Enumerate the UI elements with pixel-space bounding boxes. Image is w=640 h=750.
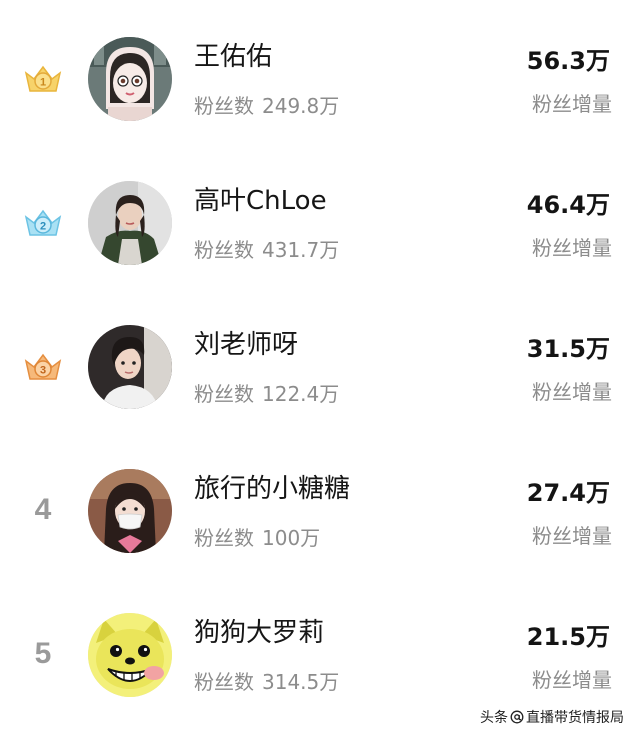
fans-gain-value: 21.5万 <box>526 623 610 651</box>
fans-label: 粉丝数 <box>194 670 254 694</box>
fans-value: 100万 <box>262 526 321 550</box>
fans-count: 粉丝数 122.4万 <box>194 380 339 408</box>
fans-gain-value: 31.5万 <box>526 335 610 363</box>
cartoon-girl-avatar-icon <box>88 37 172 121</box>
fans-count: 粉丝数 249.8万 <box>194 92 339 120</box>
rank-number: 5 <box>18 629 68 679</box>
list-item[interactable]: 2 高叶ChLoe 粉丝数 431.7万 46.4万 粉丝增量 <box>0 174 640 318</box>
rank-number-text: 4 <box>34 493 52 526</box>
streamer-name[interactable]: 旅行的小糖糖 <box>194 472 350 506</box>
woman-green-coat-avatar-icon <box>88 181 172 265</box>
rank-medal-gold: 1 <box>18 53 68 103</box>
fans-value: 431.7万 <box>262 238 340 262</box>
fans-value: 314.5万 <box>262 670 340 694</box>
fans-gain-label: 粉丝增量 <box>532 380 612 404</box>
avatar[interactable] <box>88 469 172 553</box>
crown-medal-icon: 1 <box>24 65 62 92</box>
list-item[interactable]: 5 狗狗大罗莉 粉丝数 314.5万 21.5万 粉丝增量 <box>0 606 640 750</box>
avatar[interactable] <box>88 181 172 265</box>
list-item[interactable]: 3 刘老师呀 粉丝数 122.4万 31.5万 粉丝增量 <box>0 318 640 462</box>
fans-gain-label: 粉丝增量 <box>532 236 612 260</box>
rank-number: 4 <box>18 485 68 535</box>
woman-mask-avatar-icon <box>88 469 172 553</box>
avatar[interactable] <box>88 37 172 121</box>
fans-gain-label: 粉丝增量 <box>532 524 612 548</box>
watermark: 头条 直播带货情报局 <box>480 707 624 727</box>
fans-count: 粉丝数 100万 <box>194 524 320 552</box>
streamer-name[interactable]: 狗狗大罗莉 <box>194 616 324 650</box>
svg-text:1: 1 <box>40 77 46 89</box>
fans-gain-label: 粉丝增量 <box>532 92 612 116</box>
fans-gain-value: 46.4万 <box>526 191 610 219</box>
streamer-name[interactable]: 刘老师呀 <box>194 328 298 362</box>
fans-label: 粉丝数 <box>194 238 254 262</box>
fans-value: 122.4万 <box>262 382 340 406</box>
svg-text:3: 3 <box>40 365 46 377</box>
fans-gain-value: 56.3万 <box>526 47 610 75</box>
list-item[interactable]: 4 旅行的小糖糖 粉丝数 100万 27.4万 粉丝增量 <box>0 462 640 606</box>
fans-gain-label: 粉丝增量 <box>532 668 612 692</box>
fans-label: 粉丝数 <box>194 382 254 406</box>
fans-label: 粉丝数 <box>194 526 254 550</box>
rank-number-text: 5 <box>34 637 52 670</box>
fans-value: 249.8万 <box>262 94 340 118</box>
watermark-prefix: 头条 <box>480 710 508 726</box>
ranking-list: 1 王佑佑 粉丝数 249.8万 56.3万 粉丝增量 2 高叶ChLoe 粉丝… <box>0 0 640 739</box>
avatar[interactable] <box>88 613 172 697</box>
list-item[interactable]: 1 王佑佑 粉丝数 249.8万 56.3万 粉丝增量 <box>0 30 640 174</box>
fans-gain-value: 27.4万 <box>526 479 610 507</box>
svg-text:2: 2 <box>40 221 46 233</box>
crown-medal-icon: 3 <box>24 353 62 380</box>
streamer-name[interactable]: 王佑佑 <box>194 40 272 74</box>
crown-medal-icon: 2 <box>24 209 62 236</box>
avatar[interactable] <box>88 325 172 409</box>
streamer-name[interactable]: 高叶ChLoe <box>194 184 327 218</box>
rank-medal-silver: 2 <box>18 197 68 247</box>
at-icon <box>510 710 524 724</box>
fans-count: 粉丝数 431.7万 <box>194 236 339 264</box>
fans-label: 粉丝数 <box>194 94 254 118</box>
cartoon-dog-avatar-icon <box>88 613 172 697</box>
rank-medal-bronze: 3 <box>18 341 68 391</box>
watermark-handle: 直播带货情报局 <box>526 710 624 726</box>
fans-count: 粉丝数 314.5万 <box>194 668 339 696</box>
young-man-avatar-icon <box>88 325 172 409</box>
